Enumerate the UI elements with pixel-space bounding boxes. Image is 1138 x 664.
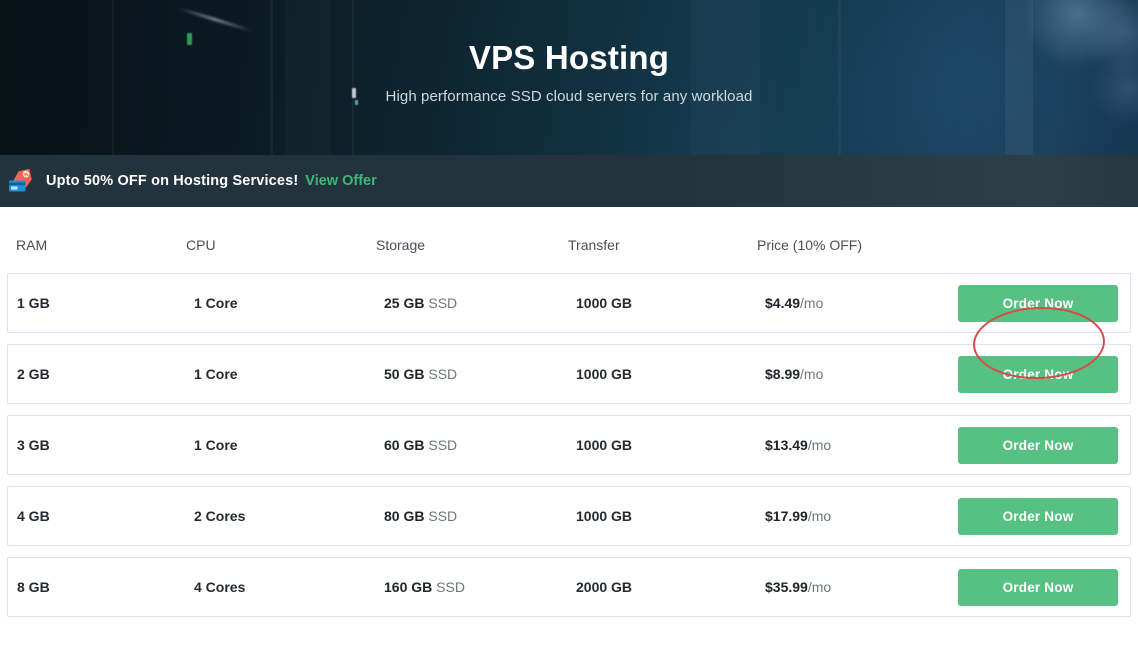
price-period: /mo (807, 437, 832, 453)
cell-cpu: 2 Cores (194, 508, 246, 524)
view-offer-link[interactable]: View Offer (305, 173, 376, 189)
column-header-transfer: Transfer (568, 237, 620, 253)
order-now-button[interactable]: Order Now (958, 284, 1118, 322)
order-now-button[interactable]: Order Now (958, 568, 1118, 606)
cell-price: $35.99/mo (765, 579, 951, 595)
page-title: VPS Hosting (468, 39, 670, 76)
storage-size: 50 GB (384, 366, 425, 382)
cell-storage: 80 GB SSD (384, 508, 576, 524)
cell-ram: 1 GB (17, 295, 50, 311)
cell-ram: 2 GB (17, 366, 50, 382)
price-period: /mo (807, 508, 832, 524)
cell-action: Order Now (951, 355, 1130, 393)
order-now-button[interactable]: Order Now (958, 426, 1118, 464)
cell-action: Order Now (951, 426, 1130, 464)
table-row[interactable]: 3 GB 1 Core 60 GB SSD 1000 GB $13.49/mo … (7, 415, 1131, 475)
cell-action: Order Now (951, 284, 1130, 322)
storage-size: 80 GB (384, 508, 425, 524)
promo-text: Upto 50% OFF on Hosting Services! (46, 173, 299, 189)
promo-content: % Upto 50% OFF on Hosting Services! View… (0, 168, 377, 194)
column-header-price: Price (10% OFF) (757, 237, 863, 253)
page-subtitle: High performance SSD cloud servers for a… (385, 87, 753, 105)
hero-banner: VPS Hosting High performance SSD cloud s… (0, 0, 1138, 155)
price-period: /mo (800, 366, 824, 382)
price-amount: $4.49 (765, 295, 801, 311)
storage-type: SSD (428, 508, 458, 524)
table-row[interactable]: 8 GB 4 Cores 160 GB SSD 2000 GB $35.99/m… (7, 557, 1131, 617)
cell-transfer: 1000 GB (576, 366, 633, 382)
table-header-row: RAM CPU Storage Transfer Price (10% OFF) (0, 207, 1138, 273)
storage-size: 60 GB (384, 437, 425, 453)
cell-action: Order Now (951, 497, 1130, 535)
storage-type: SSD (436, 579, 465, 595)
hero-text-block: VPS Hosting High performance SSD cloud s… (0, 0, 1138, 105)
cell-transfer: 1000 GB (576, 508, 633, 524)
price-period: /mo (800, 295, 824, 311)
cell-cpu: 1 Core (194, 437, 238, 453)
storage-type: SSD (428, 437, 458, 453)
pricing-table: RAM CPU Storage Transfer Price (10% OFF)… (0, 207, 1138, 617)
price-period: /mo (807, 579, 832, 595)
storage-type: SSD (428, 366, 458, 382)
order-now-button[interactable]: Order Now (958, 355, 1118, 393)
cell-price: $13.49/mo (765, 437, 951, 453)
storage-type: SSD (428, 295, 458, 311)
cell-price: $8.99/mo (765, 366, 951, 382)
cell-storage: 160 GB SSD (384, 579, 576, 595)
column-header-cpu: CPU (186, 237, 216, 253)
price-amount: $13.49 (765, 437, 808, 453)
cell-ram: 4 GB (17, 508, 50, 524)
table-row[interactable]: 1 GB 1 Core 25 GB SSD 1000 GB $4.49/mo O… (7, 273, 1131, 333)
storage-size: 25 GB (384, 295, 425, 311)
promo-banner: % Upto 50% OFF on Hosting Services! View… (0, 155, 1138, 207)
order-now-button[interactable]: Order Now (958, 497, 1118, 535)
table-row[interactable]: 4 GB 2 Cores 80 GB SSD 1000 GB $17.99/mo… (7, 486, 1131, 546)
cell-ram: 8 GB (17, 579, 50, 595)
price-amount: $35.99 (765, 579, 808, 595)
cell-price: $4.49/mo (765, 295, 951, 311)
cell-storage: 50 GB SSD (384, 366, 576, 382)
table-row[interactable]: 2 GB 1 Core 50 GB SSD 1000 GB $8.99/mo O… (7, 344, 1131, 404)
storage-size: 160 GB (384, 579, 433, 595)
cell-price: $17.99/mo (765, 508, 951, 524)
column-header-ram: RAM (16, 237, 48, 253)
cell-ram: 3 GB (17, 437, 50, 453)
cell-transfer: 1000 GB (576, 437, 633, 453)
price-amount: $17.99 (765, 508, 808, 524)
cell-cpu: 1 Core (194, 366, 238, 382)
cell-transfer: 2000 GB (576, 579, 633, 595)
column-header-storage: Storage (376, 237, 426, 253)
cell-action: Order Now (951, 568, 1130, 606)
cell-storage: 25 GB SSD (384, 295, 576, 311)
vps-hosting-page: VPS Hosting High performance SSD cloud s… (0, 0, 1138, 664)
cell-cpu: 4 Cores (194, 579, 246, 595)
price-amount: $8.99 (765, 366, 801, 382)
cell-storage: 60 GB SSD (384, 437, 576, 453)
discount-tag-icon: % (8, 168, 36, 194)
cell-transfer: 1000 GB (576, 295, 633, 311)
cell-cpu: 1 Core (194, 295, 238, 311)
